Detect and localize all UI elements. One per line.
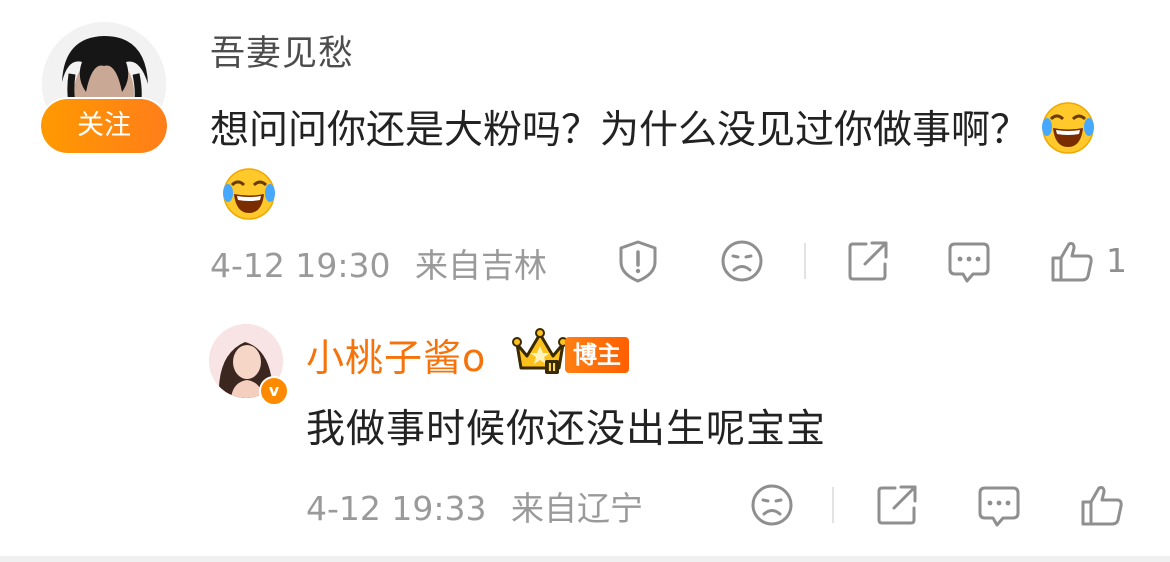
reply-date: 4-12 19:33 <box>306 489 487 528</box>
action-divider <box>832 487 834 523</box>
crown-level-icon: II <box>512 326 568 376</box>
dislike-face-icon[interactable] <box>749 482 795 528</box>
blogger-badge: 博主 <box>565 337 629 373</box>
reply-meta: 4-12 19:33 来自辽宁 <box>306 482 643 530</box>
comment-meta: 4-12 19:30 来自吉林 <box>210 239 547 287</box>
comment-date: 4-12 19:30 <box>210 246 391 285</box>
verified-badge: v <box>259 376 289 406</box>
report-icon[interactable] <box>615 238 661 284</box>
section-separator <box>0 556 1170 562</box>
comment-text-content: 想问问你还是大粉吗？为什么没见过你做事啊？ <box>210 108 1030 153</box>
like-count: 1 <box>1106 241 1127 280</box>
dislike-face-icon[interactable] <box>719 238 765 284</box>
laugh-cry-emoji <box>222 167 276 221</box>
replier-username[interactable]: 小桃子酱o <box>306 327 486 382</box>
thumbs-up-icon[interactable] <box>1049 238 1095 284</box>
comment-location: 来自吉林 <box>415 246 547 285</box>
commenter-username[interactable]: 吾妻见愁 <box>210 25 354 76</box>
follow-button[interactable]: 关注 <box>41 99 167 153</box>
action-divider <box>804 243 806 279</box>
share-icon[interactable] <box>874 482 920 528</box>
thumbs-up-icon[interactable] <box>1079 482 1125 528</box>
reply-icon[interactable] <box>976 482 1022 528</box>
laugh-cry-emoji <box>1041 101 1095 155</box>
reply-icon[interactable] <box>946 238 992 284</box>
comment-text: 想问问你还是大粉吗？为什么没见过你做事啊？ <box>210 98 1110 230</box>
crown-level-label: II <box>548 361 556 374</box>
reply-location: 来自辽宁 <box>511 489 643 528</box>
share-icon[interactable] <box>845 238 891 284</box>
reply-text: 我做事时候你还没出生呢宝宝 <box>306 407 827 452</box>
